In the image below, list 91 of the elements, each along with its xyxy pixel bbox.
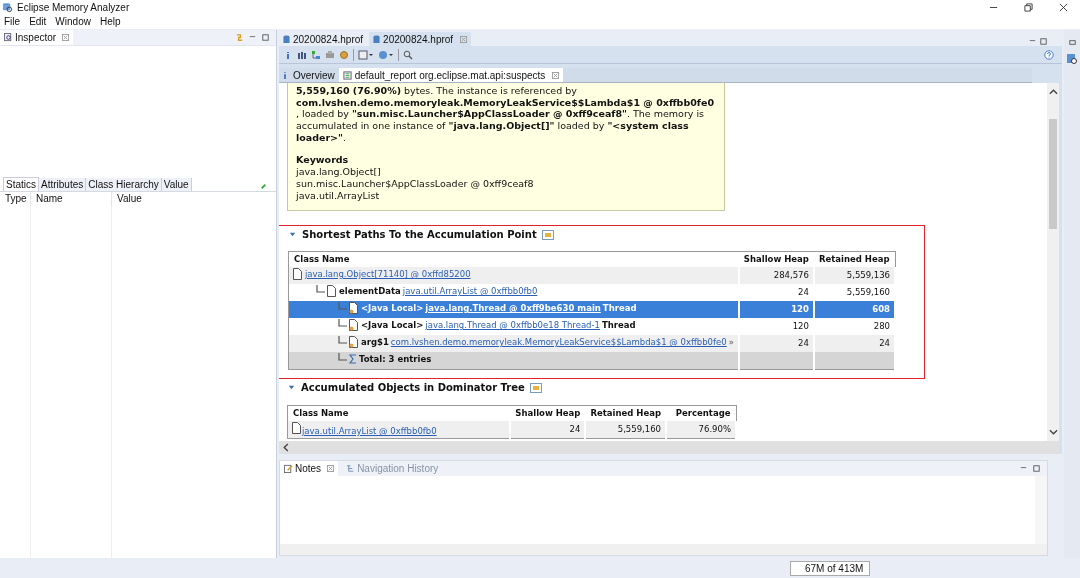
report-tab[interactable]: default_report org.eclipse.mat.api:suspects <box>338 68 564 82</box>
window-icon[interactable] <box>529 382 542 393</box>
object-link[interactable]: java.util.ArrayList @ 0xffbb0fb0 <box>402 286 538 296</box>
database-icon <box>373 34 381 44</box>
notes-tab[interactable]: Notes <box>280 461 339 476</box>
horizontal-scrollbar[interactable] <box>280 544 1047 555</box>
table-cell: 5,559,136 <box>846 270 891 280</box>
pin-icon[interactable] <box>259 182 268 191</box>
field-name: <Java Local> <box>361 303 424 313</box>
column-header[interactable]: Percentage <box>666 405 736 421</box>
histogram-icon[interactable] <box>297 49 307 60</box>
menu-item[interactable]: Window <box>55 16 91 27</box>
close-icon[interactable] <box>1059 2 1068 12</box>
column-header[interactable]: Retained Heap <box>585 405 666 421</box>
maximize-icon[interactable] <box>261 33 270 42</box>
type-label: Thread <box>602 303 637 313</box>
database-icon <box>283 34 290 44</box>
inspector-subtab[interactable]: Value <box>161 178 192 191</box>
field-name: arg$1 <box>361 337 389 347</box>
scroll-left-icon[interactable] <box>283 443 289 452</box>
report-icon[interactable] <box>358 49 374 60</box>
window-title: Eclipse Memory Analyzer <box>17 1 130 13</box>
field-name: elementData <box>339 286 401 296</box>
collapse-toggle-icon[interactable] <box>288 230 297 239</box>
keyword: java.lang.Object[] <box>296 165 382 178</box>
more-marker[interactable]: » <box>728 337 734 347</box>
vertical-scrollbar[interactable] <box>1035 476 1047 544</box>
column-header[interactable]: Shallow Heap <box>510 405 586 421</box>
inspector-subtab[interactable]: Statics <box>3 177 39 191</box>
field-name: Total: 3 entries <box>359 354 432 364</box>
report-icon <box>342 70 352 80</box>
restore-icon[interactable] <box>1067 38 1077 47</box>
collapse-toggle-icon[interactable] <box>287 383 296 392</box>
column-header[interactable]: Type <box>0 192 31 206</box>
editor-tab[interactable]: 20200824.hprof <box>279 32 368 46</box>
horizontal-scrollbar[interactable] <box>279 441 1059 454</box>
table-cell: 120 <box>792 321 809 331</box>
maximize-icon[interactable] <box>1039 37 1048 46</box>
search-icon[interactable] <box>403 49 413 60</box>
menu-item[interactable]: Edit <box>29 16 47 27</box>
maximize-icon[interactable] <box>1032 464 1041 473</box>
tree-icon[interactable] <box>311 49 321 60</box>
column-header[interactable]: Retained Heap <box>813 251 896 267</box>
scroll-down-icon[interactable] <box>1048 429 1058 435</box>
database-icon[interactable] <box>378 49 394 60</box>
table-cell: 608 <box>872 304 891 314</box>
table-cell: 120 <box>791 304 809 314</box>
inspector-icon[interactable] <box>1066 53 1078 65</box>
column-header[interactable]: Name <box>31 192 112 206</box>
history-icon <box>346 464 356 473</box>
info-icon <box>283 70 287 80</box>
help-icon[interactable] <box>1044 49 1054 60</box>
scroll-up-icon[interactable] <box>1048 89 1058 95</box>
table-cell: 24 <box>798 338 809 348</box>
type-label: Thread <box>601 320 636 330</box>
scroll-thumb[interactable] <box>1049 119 1057 229</box>
inspector-tab[interactable]: Inspector <box>0 30 74 45</box>
keyword: sun.misc.Launcher$AppClassLoader @ 0xff9ceaf8 <box>296 177 535 190</box>
section-title: Shortest Paths To the Accumulation Point <box>302 229 537 240</box>
window-icon[interactable] <box>541 229 554 240</box>
menu-item[interactable]: File <box>4 16 21 27</box>
table-cell: 5,559,160 <box>617 424 661 434</box>
heap-status[interactable]: 67M of 413M <box>790 560 871 576</box>
table-cell: 76.90% <box>698 424 731 434</box>
field-name: <Java Local> <box>361 320 424 330</box>
column-header[interactable]: Shallow Heap <box>738 251 814 267</box>
editor-tab[interactable]: 20200824.hprof <box>369 32 472 46</box>
app-icon <box>2 1 13 13</box>
column-header[interactable]: Value <box>112 192 276 206</box>
restore-icon[interactable] <box>1024 2 1033 12</box>
object-link[interactable]: com.lvshen.demo.memoryleak.MemoryLeakService$$Lambda$1 @ 0xffbb0fe0 <box>390 337 727 347</box>
suspect-description: 5,559,160 (76.90%) bytes. The instance is referenced by com.lvshen.demo.memoryleak.MemoryLeakService$$Lambda$1 @ 0xffbb0fe0 , loaded by "sun.misc.Launcher$AppClassLoader @ 0xff9ceaf8". The memory is accumulated in one instance of "java.lang.Object[]" loaded by "<system class loader>". <box>296 85 715 144</box>
menu-item[interactable]: Help <box>99 16 121 27</box>
report-tab[interactable]: Overview <box>279 68 339 82</box>
inspector-subtab[interactable]: Class Hierarchy <box>86 178 162 191</box>
keyword: java.util.ArrayList <box>296 189 381 202</box>
vertical-scrollbar[interactable] <box>1047 83 1059 441</box>
sum-icon <box>349 354 357 364</box>
table-cell: 24 <box>879 338 891 348</box>
object-link[interactable]: java.lang.Thread @ 0xff9be630 main <box>425 303 601 313</box>
section-title: Accumulated Objects in Dominator Tree <box>301 382 525 393</box>
table-cell: 280 <box>873 321 891 331</box>
table-cell: 284,576 <box>773 270 809 280</box>
magnifier-icon <box>4 33 13 42</box>
object-link[interactable]: java.lang.Thread @ 0xffbb0e18 Thread-1 <box>425 320 600 330</box>
table-cell: 24 <box>798 287 809 297</box>
keywords-heading: Keywords <box>296 153 350 166</box>
table-cell: 24 <box>569 424 581 434</box>
inspector-subtab[interactable]: Attributes <box>39 178 87 191</box>
pencil-icon <box>284 464 293 473</box>
table-cell: 5,559,160 <box>846 287 891 297</box>
